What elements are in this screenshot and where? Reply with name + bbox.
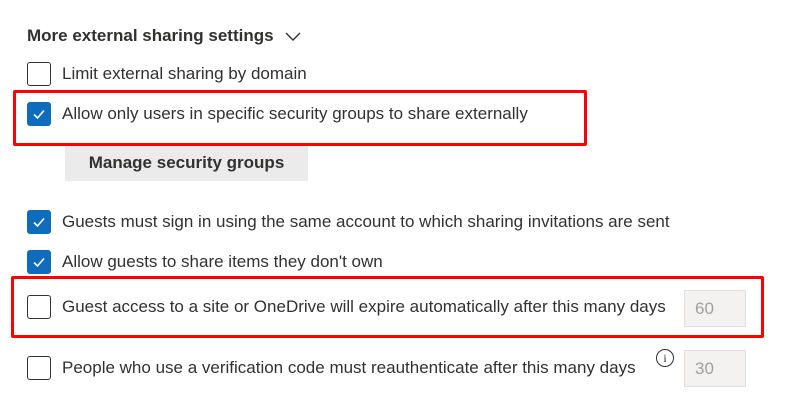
guests-share-items-checkbox[interactable] [27,250,51,274]
section-title: More external sharing settings [27,26,274,45]
limit-by-domain-row: Limit external sharing by domain [27,61,307,87]
guest-access-expire-label: Guest access to a site or OneDrive will … [62,297,666,316]
verification-reauth-days-input[interactable] [684,350,746,387]
guest-access-expire-checkbox[interactable] [27,295,51,319]
verification-reauth-checkbox[interactable] [27,356,51,380]
security-groups-only-label: Allow only users in specific security gr… [62,104,528,123]
checkmark-icon [33,109,45,120]
verification-reauth-row: People who use a verification code must … [27,355,636,381]
security-groups-only-checkbox[interactable] [27,102,51,126]
info-icon[interactable]: i [656,349,674,367]
more-external-sharing-settings-toggle[interactable]: More external sharing settings [27,24,302,48]
limit-by-domain-label: Limit external sharing by domain [62,64,307,83]
checkmark-icon [33,217,45,228]
limit-by-domain-checkbox[interactable] [27,62,51,86]
guest-access-expire-row: Guest access to a site or OneDrive will … [27,294,666,320]
guests-same-account-checkbox[interactable] [27,210,51,234]
chevron-down-icon[interactable] [284,27,302,45]
guests-share-items-row: Allow guests to share items they don't o… [27,249,383,275]
guests-share-items-label: Allow guests to share items they don't o… [62,252,383,271]
guest-access-expire-days-input[interactable] [684,290,746,327]
guests-same-account-row: Guests must sign in using the same accou… [27,209,670,235]
security-groups-only-row: Allow only users in specific security gr… [27,101,528,127]
guests-same-account-label: Guests must sign in using the same accou… [62,212,670,231]
checkmark-icon [33,257,45,268]
manage-security-groups-button[interactable]: Manage security groups [65,144,308,181]
verification-reauth-label: People who use a verification code must … [62,358,636,377]
